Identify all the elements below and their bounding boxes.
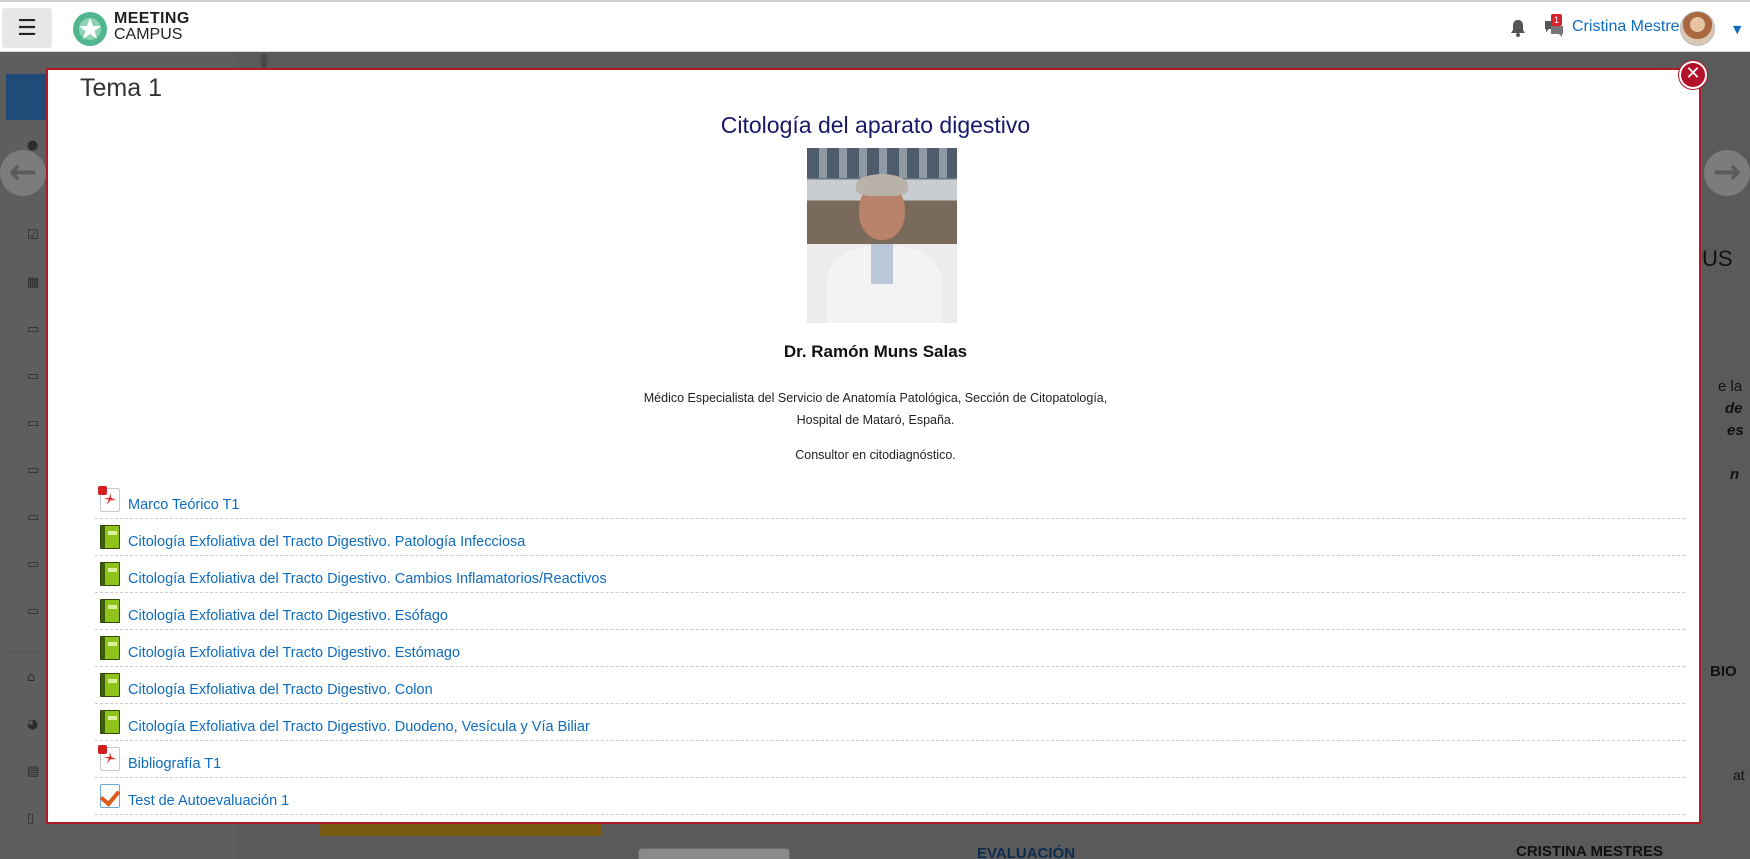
resource-item[interactable]: Marco Teórico T1 <box>95 482 1685 519</box>
resource-list: Marco Teórico T1 Citología Exfoliativa d… <box>95 482 1685 815</box>
background-user-heading: CRISTINA MESTRES <box>1516 843 1663 859</box>
folder-icon: ▭ <box>27 322 40 337</box>
caret-down-icon[interactable]: ▼ <box>1733 23 1741 36</box>
topic-heading: Citología del aparato digestivo <box>720 112 1031 138</box>
topic-modal: Tema 1 Citología del aparato digestivo D… <box>46 68 1701 824</box>
folder-icon: ▭ <box>27 369 40 384</box>
close-icon[interactable]: ✕ <box>1679 61 1707 89</box>
capture-button <box>638 848 790 859</box>
resource-link[interactable]: Citología Exfoliativa del Tracto Digesti… <box>128 645 460 661</box>
resource-item[interactable]: Citología Exfoliativa del Tracto Digesti… <box>95 704 1685 741</box>
arrow-right-icon[interactable]: → <box>1704 150 1750 196</box>
folder-icon: ▭ <box>27 510 40 525</box>
folder-icon: ▭ <box>27 604 40 619</box>
home-icon: ⌂ <box>27 670 36 685</box>
resource-item[interactable]: Citología Exfoliativa del Tracto Digesti… <box>95 667 1685 704</box>
resource-item[interactable]: Citología Exfoliativa del Tracto Digesti… <box>95 593 1685 630</box>
background-text: n <box>1730 466 1740 483</box>
table-icon: ▦ <box>27 275 40 290</box>
sidebar-active-item <box>6 74 50 120</box>
background-text: es <box>1727 422 1744 439</box>
doctor-bio: Médico Especialista del Servicio de Anat… <box>48 387 1703 431</box>
messages-count-badge: 1 <box>1551 14 1562 26</box>
resource-item[interactable]: Citología Exfoliativa del Tracto Digesti… <box>95 630 1685 667</box>
pdf-icon <box>98 486 120 512</box>
folder-icon: ▭ <box>27 416 40 431</box>
bio-line: Médico Especialista del Servicio de Anat… <box>643 391 1108 405</box>
user-name-link[interactable]: Cristina Mestres <box>1572 18 1688 36</box>
book-icon <box>100 636 120 660</box>
pdf-icon <box>98 745 120 771</box>
background-text: US <box>1702 246 1733 271</box>
doctor-photo <box>807 148 957 323</box>
folder-icon: ▭ <box>27 463 40 478</box>
doctor-name: Dr. Ramón Muns Salas <box>783 342 968 361</box>
resource-link[interactable]: Citología Exfoliativa del Tracto Digesti… <box>128 682 433 698</box>
background-text: at <box>1733 767 1745 783</box>
bio-line: Hospital de Mataró, España. <box>796 413 955 427</box>
brand-line1: MEETING <box>114 10 190 27</box>
background-progress-bar <box>320 822 602 836</box>
resource-link[interactable]: Test de Autoevaluación 1 <box>128 793 289 809</box>
background-text: de <box>1725 400 1743 417</box>
evaluation-heading: EVALUACIÓN <box>977 845 1076 859</box>
arrow-left-icon[interactable]: ← <box>0 150 46 196</box>
checkbox-icon: ☑ <box>27 228 39 243</box>
resource-item[interactable]: Bibliografía T1 <box>95 741 1685 778</box>
quiz-icon <box>100 784 120 808</box>
resource-item[interactable]: Test de Autoevaluación 1 <box>95 778 1685 815</box>
resource-link[interactable]: Citología Exfoliativa del Tracto Digesti… <box>128 719 590 735</box>
book-icon <box>100 525 120 549</box>
resource-link[interactable]: Marco Teórico T1 <box>128 497 239 513</box>
resource-link[interactable]: Citología Exfoliativa del Tracto Digesti… <box>128 534 525 550</box>
hamburger-icon[interactable]: ☰ <box>2 8 52 48</box>
book-icon <box>100 599 120 623</box>
campus-logo-icon <box>73 12 107 46</box>
bell-icon[interactable] <box>1508 18 1528 38</box>
file-icon: ▯ <box>27 811 35 826</box>
resource-link[interactable]: Bibliografía T1 <box>128 756 221 772</box>
resource-item[interactable]: Citología Exfoliativa del Tracto Digesti… <box>95 556 1685 593</box>
resource-link[interactable]: Citología Exfoliativa del Tracto Digesti… <box>128 608 448 624</box>
modal-title: Tema 1 <box>80 74 162 102</box>
calendar-icon: ▤ <box>27 764 40 779</box>
background-text: BIO <box>1710 663 1737 680</box>
doctor-role: Consultor en citodiagnóstico. <box>795 448 956 462</box>
folder-icon: ▭ <box>27 557 40 572</box>
top-navbar: ☰ MEETING CAMPUS 1 Cristina Mestres ▼ <box>0 0 1750 52</box>
background-text: e la <box>1718 378 1743 395</box>
book-icon <box>100 710 120 734</box>
book-icon <box>100 673 120 697</box>
background-scroll-handle <box>261 54 267 68</box>
book-icon <box>100 562 120 586</box>
brand-line2: CAMPUS <box>114 26 183 43</box>
avatar[interactable] <box>1680 11 1715 46</box>
resource-item[interactable]: Citología Exfoliativa del Tracto Digesti… <box>95 519 1685 556</box>
resource-link[interactable]: Citología Exfoliativa del Tracto Digesti… <box>128 571 607 587</box>
dashboard-icon: ◕ <box>27 717 39 732</box>
brand[interactable]: MEETING CAMPUS <box>114 11 190 43</box>
